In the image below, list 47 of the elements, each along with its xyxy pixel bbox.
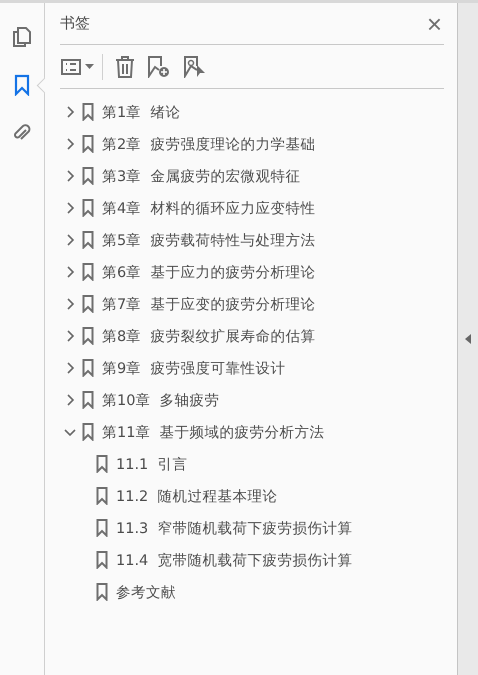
bookmark-item[interactable]: 11.3 窄带随机载荷下疲劳损伤计算 [116, 518, 353, 538]
bookmark-icon [82, 391, 94, 409]
bookmark-item[interactable]: 第11章 基于频域的疲劳分析方法 [102, 422, 325, 442]
bookmark-icon [82, 327, 94, 345]
bookmark-item[interactable]: 第7章 基于应变的疲劳分析理论 [102, 294, 316, 314]
bookmark-item[interactable]: 第1章 绪论 [102, 102, 180, 122]
bookmark-icon [82, 263, 94, 281]
caret-icon [85, 64, 94, 69]
bookmark-item[interactable]: 第4章 材料的循环应力应变特性 [102, 198, 316, 218]
panel-title: 书签 [60, 14, 90, 33]
bookmark-icon [82, 295, 94, 313]
bookmark-icon [82, 199, 94, 217]
bookmark-search-icon [183, 56, 207, 78]
bookmark-icon [82, 231, 94, 249]
list-view-icon [61, 58, 81, 74]
bookmark-item[interactable]: 第6章 基于应力的疲劳分析理论 [102, 262, 316, 282]
bookmark-icon [96, 551, 108, 569]
bookmark-item[interactable]: 第5章 疲劳载荷特性与处理方法 [102, 230, 316, 250]
find-button[interactable] [183, 56, 207, 78]
bookmark-icon [82, 423, 94, 441]
bookmark-icon [96, 455, 108, 473]
bookmark-item[interactable]: 第2章 疲劳强度理论的力学基础 [102, 134, 316, 154]
trash-icon [115, 56, 135, 78]
delete-button[interactable] [115, 56, 135, 78]
pages-icon [12, 26, 32, 48]
bookmark-icon [82, 167, 94, 185]
bookmark-icon [82, 103, 94, 121]
bookmark-icon [82, 135, 94, 153]
bookmark-item[interactable]: 第8章 疲劳裂纹扩展寿命的估算 [102, 326, 316, 346]
bookmark-icon [82, 359, 94, 377]
bookmark-item[interactable]: 第10章 多轴疲劳 [102, 390, 220, 410]
triangle-left-icon [465, 334, 471, 344]
bookmark-icon [96, 583, 108, 601]
bookmark-plus-icon [147, 56, 171, 78]
bookmark-item[interactable]: 11.1 引言 [116, 454, 188, 474]
collapse-button[interactable] [465, 334, 471, 344]
bookmark-icon [14, 74, 30, 96]
bookmark-item[interactable]: 11.2 随机过程基本理论 [116, 486, 278, 506]
bookmark-item[interactable]: 参考文献 [116, 582, 176, 602]
bookmark-item[interactable]: 11.4 宽带随机载荷下疲劳损伤计算 [116, 550, 353, 570]
new-button[interactable] [147, 56, 171, 78]
close-button[interactable]: × [424, 10, 444, 36]
bookmark-item[interactable]: 第3章 金属疲劳的宏微观特征 [102, 166, 300, 186]
bookmark-icon [96, 519, 108, 537]
bookmark-icon [96, 487, 108, 505]
options-button[interactable] [61, 58, 94, 74]
bookmark-item[interactable]: 第9章 疲劳强度可靠性设计 [102, 358, 286, 378]
